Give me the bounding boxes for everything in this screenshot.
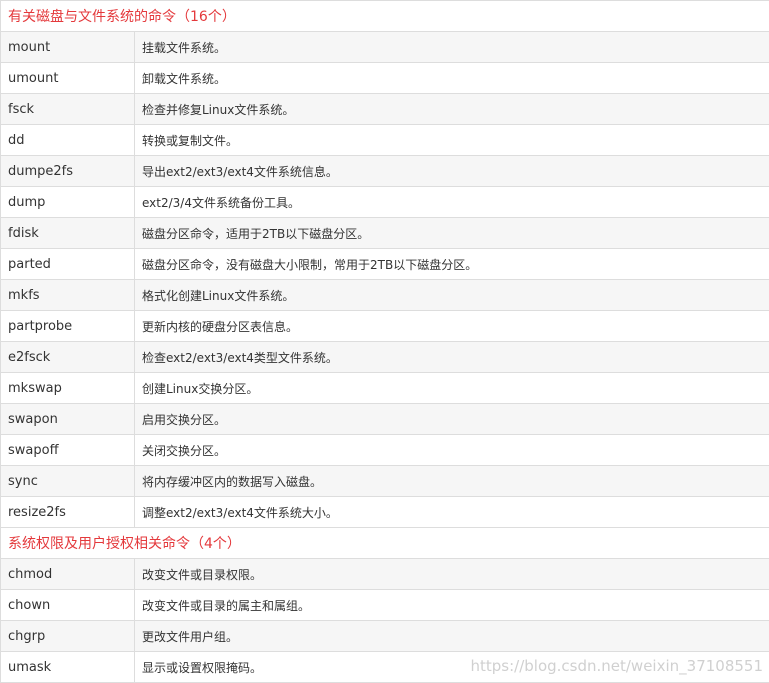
table-row: swapon 启用交换分区。 <box>0 403 769 435</box>
command-name: mount <box>0 31 135 63</box>
command-description: 导出ext2/ext3/ext4文件系统信息。 <box>133 155 769 187</box>
table-row: umount 卸载文件系统。 <box>0 62 769 94</box>
command-name: swapoff <box>0 434 135 466</box>
table-row: resize2fs 调整ext2/ext3/ext4文件系统大小。 <box>0 496 769 528</box>
section-title: 有关磁盘与文件系统的命令（16个） <box>0 0 769 32</box>
command-description: 更改文件用户组。 <box>133 620 769 652</box>
table-row: dd 转换或复制文件。 <box>0 124 769 156</box>
table-row: fdisk 磁盘分区命令，适用于2TB以下磁盘分区。 <box>0 217 769 249</box>
command-name: sync <box>0 465 135 497</box>
command-description: 转换或复制文件。 <box>133 124 769 156</box>
table-row: fsck 检查并修复Linux文件系统。 <box>0 93 769 125</box>
command-name: umask <box>0 651 135 683</box>
command-name: chmod <box>0 558 135 590</box>
table-row: dumpe2fs 导出ext2/ext3/ext4文件系统信息。 <box>0 155 769 187</box>
command-name: dumpe2fs <box>0 155 135 187</box>
command-description: 创建Linux交换分区。 <box>133 372 769 404</box>
command-description: 将内存缓冲区内的数据写入磁盘。 <box>133 465 769 497</box>
command-name: mkfs <box>0 279 135 311</box>
section-header: 有关磁盘与文件系统的命令（16个） <box>0 0 769 32</box>
command-table: 有关磁盘与文件系统的命令（16个） mount 挂载文件系统。 umount 卸载文件系… <box>0 0 769 683</box>
command-description: 改变文件或目录权限。 <box>133 558 769 590</box>
command-description: 挂载文件系统。 <box>133 31 769 63</box>
command-description: 卸载文件系统。 <box>133 62 769 94</box>
table-row: partprobe 更新内核的硬盘分区表信息。 <box>0 310 769 342</box>
command-table-body: 有关磁盘与文件系统的命令（16个） mount 挂载文件系统。 umount 卸载文件系… <box>0 0 769 683</box>
command-description: 关闭交换分区。 <box>133 434 769 466</box>
command-name: resize2fs <box>0 496 135 528</box>
command-name: fsck <box>0 93 135 125</box>
command-description: 磁盘分区命令，没有磁盘大小限制，常用于2TB以下磁盘分区。 <box>133 248 769 280</box>
command-description: 改变文件或目录的属主和属组。 <box>133 589 769 621</box>
command-name: chown <box>0 589 135 621</box>
command-name: chgrp <box>0 620 135 652</box>
table-row: mkswap 创建Linux交换分区。 <box>0 372 769 404</box>
table-row: parted 磁盘分区命令，没有磁盘大小限制，常用于2TB以下磁盘分区。 <box>0 248 769 280</box>
command-name: swapon <box>0 403 135 435</box>
command-description: 磁盘分区命令，适用于2TB以下磁盘分区。 <box>133 217 769 249</box>
section-title: 系统权限及用户授权相关命令（4个） <box>0 527 769 559</box>
command-description: 更新内核的硬盘分区表信息。 <box>133 310 769 342</box>
table-row: umask 显示或设置权限掩码。 <box>0 651 769 683</box>
table-row: dump ext2/3/4文件系统备份工具。 <box>0 186 769 218</box>
command-name: e2fsck <box>0 341 135 373</box>
table-row: mkfs 格式化创建Linux文件系统。 <box>0 279 769 311</box>
command-name: umount <box>0 62 135 94</box>
command-description: ext2/3/4文件系统备份工具。 <box>133 186 769 218</box>
section-header: 系统权限及用户授权相关命令（4个） <box>0 527 769 559</box>
table-row: sync 将内存缓冲区内的数据写入磁盘。 <box>0 465 769 497</box>
command-description: 启用交换分区。 <box>133 403 769 435</box>
command-name: partprobe <box>0 310 135 342</box>
command-description: 调整ext2/ext3/ext4文件系统大小。 <box>133 496 769 528</box>
table-row: chgrp 更改文件用户组。 <box>0 620 769 652</box>
command-description: 格式化创建Linux文件系统。 <box>133 279 769 311</box>
command-description: 显示或设置权限掩码。 <box>133 651 769 683</box>
command-name: mkswap <box>0 372 135 404</box>
table-row: swapoff 关闭交换分区。 <box>0 434 769 466</box>
command-description: 检查并修复Linux文件系统。 <box>133 93 769 125</box>
command-name: dd <box>0 124 135 156</box>
command-description: 检查ext2/ext3/ext4类型文件系统。 <box>133 341 769 373</box>
table-row: chmod 改变文件或目录权限。 <box>0 558 769 590</box>
command-name: parted <box>0 248 135 280</box>
table-row: chown 改变文件或目录的属主和属组。 <box>0 589 769 621</box>
table-row: mount 挂载文件系统。 <box>0 31 769 63</box>
command-name: fdisk <box>0 217 135 249</box>
table-row: e2fsck 检查ext2/ext3/ext4类型文件系统。 <box>0 341 769 373</box>
command-name: dump <box>0 186 135 218</box>
